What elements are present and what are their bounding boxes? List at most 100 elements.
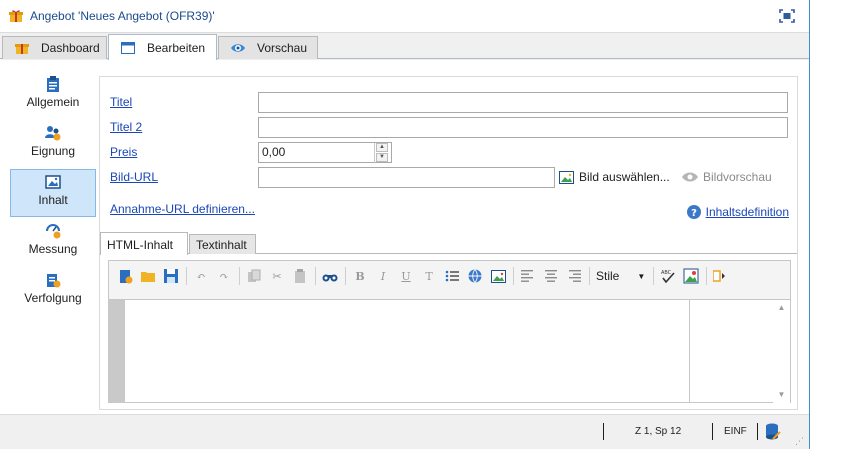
redo-icon[interactable]: ↷ (216, 268, 232, 284)
line-gutter (109, 300, 125, 403)
offer-editor-window: Angebot 'Neues Angebot (OFR39)' Dashboar… (0, 0, 810, 449)
choose-image-button[interactable]: Bild auswählen... (559, 170, 670, 184)
image-icon (559, 170, 574, 184)
sidebar-item-verfolgung[interactable]: Verfolgung (10, 268, 96, 314)
title-bar: Angebot 'Neues Angebot (OFR39)' (0, 0, 809, 33)
image-preview-button[interactable]: Bildvorschau (682, 170, 772, 184)
align-left-icon[interactable] (520, 268, 536, 284)
image-preview-label: Bildvorschau (703, 170, 772, 184)
spellcheck-icon[interactable]: ABC (660, 268, 676, 284)
content-subtabs: HTML-Inhalt Textinhalt (100, 232, 797, 255)
sidebar-item-inhalt[interactable]: Inhalt (10, 169, 96, 217)
chevron-down-icon: ▼ (637, 271, 646, 281)
toolbar-more-icon[interactable] (713, 268, 726, 284)
toolbar-separator (345, 267, 346, 285)
open-folder-icon[interactable] (140, 268, 156, 284)
align-center-icon[interactable] (543, 268, 559, 284)
find-binoculars-icon[interactable] (322, 268, 338, 284)
resize-grip-icon[interactable]: ⋰ (795, 435, 807, 447)
tab-bearbeiten[interactable]: Bearbeiten (108, 34, 217, 60)
measure-icon (46, 224, 61, 239)
accept-url-link[interactable]: Annahme-URL definieren... (110, 202, 255, 216)
sidebar: Allgemein Eignung Inhalt Messung Verfolg… (10, 70, 96, 410)
window-title: Angebot 'Neues Angebot (OFR39)' (30, 9, 215, 23)
title2-field[interactable] (258, 117, 788, 138)
price-stepper[interactable]: ▲ ▼ (374, 143, 388, 163)
title-label[interactable]: Titel (110, 95, 132, 109)
toolbar-separator (653, 267, 655, 285)
image-url-field[interactable] (258, 167, 555, 188)
tracking-icon (47, 274, 61, 288)
clipboard-icon (47, 76, 59, 92)
toolbar-separator (186, 267, 187, 285)
undo-icon[interactable]: ↶ (193, 268, 209, 284)
cut-icon[interactable]: ✂ (269, 268, 285, 284)
bullet-list-icon[interactable] (444, 268, 460, 284)
underline-icon[interactable]: U (398, 268, 414, 284)
chevron-up-icon[interactable]: ▲ (773, 300, 790, 316)
users-icon (45, 126, 61, 141)
style-select[interactable]: Stile ▼ (596, 266, 645, 286)
eye-icon (682, 172, 698, 182)
database-icon (766, 423, 781, 440)
stepper-up-icon[interactable]: ▲ (376, 143, 388, 152)
tab-label: Vorschau (257, 41, 308, 55)
sidebar-item-label: Messung (28, 242, 78, 256)
margin-rule (689, 300, 690, 403)
edit-window-icon (121, 41, 135, 54)
style-select-value: Stile (596, 269, 620, 283)
insert-mode: EINF (724, 426, 747, 437)
vertical-scrollbar[interactable]: ▲ ▼ (773, 300, 790, 403)
content-definition-link[interactable]: ? Inhaltsdefinition (686, 205, 789, 219)
svg-text:ABC: ABC (661, 270, 672, 276)
chevron-down-icon[interactable]: ▼ (773, 387, 790, 403)
tab-dashboard[interactable]: Dashboard (2, 36, 107, 59)
content-definition-label: Inhaltsdefinition (705, 205, 789, 219)
new-document-icon[interactable] (117, 268, 133, 284)
title2-label[interactable]: Titel 2 (110, 120, 142, 134)
html-editor-text-area[interactable]: ▲ ▼ (109, 299, 790, 403)
copy-icon[interactable] (246, 268, 262, 284)
toolbar-separator (706, 267, 708, 285)
help-icon: ? (686, 205, 701, 219)
image-url-label[interactable]: Bild-URL (110, 170, 158, 184)
price-value: 0,00 (262, 145, 286, 159)
bold-icon[interactable]: B (352, 268, 368, 284)
main-tabs: Dashboard Bearbeiten Vorschau (0, 34, 809, 60)
toolbar-separator (513, 267, 514, 285)
cursor-position: Z 1, Sp 12 (635, 426, 682, 437)
price-field[interactable]: 0,00 (258, 142, 392, 163)
subtab-text[interactable]: Textinhalt (189, 234, 256, 254)
maximize-icon[interactable] (779, 9, 795, 23)
tab-vorschau[interactable]: Vorschau (218, 36, 318, 59)
sidebar-item-allgemein[interactable]: Allgemein (10, 72, 96, 118)
content-panel: Titel Titel 2 Preis 0,00 ▲ ▼ Bild-URL Bi… (99, 76, 798, 410)
sidebar-item-label: Allgemein (26, 95, 80, 109)
paste-icon[interactable] (292, 268, 308, 284)
font-size-icon[interactable]: T (421, 268, 437, 284)
tab-label: Bearbeiten (147, 40, 206, 55)
editor-toolbar: ↶ ↷ ✂ B I U T Stile ▼ ABC (109, 261, 790, 291)
price-label[interactable]: Preis (110, 145, 137, 159)
insert-link-icon[interactable] (467, 268, 483, 284)
align-right-icon[interactable] (566, 268, 582, 284)
title-field[interactable] (258, 92, 788, 113)
sidebar-item-label: Eignung (30, 144, 76, 158)
toolbar-separator (315, 267, 316, 285)
status-separator (603, 423, 604, 440)
toolbar-separator (239, 267, 240, 285)
save-icon[interactable] (163, 268, 179, 284)
gift-icon (9, 10, 23, 22)
tab-label: Dashboard (41, 41, 100, 55)
image-icon (45, 175, 61, 189)
choose-image-label: Bild auswählen... (579, 170, 670, 184)
stepper-down-icon[interactable]: ▼ (376, 153, 388, 162)
italic-icon[interactable]: I (375, 268, 391, 284)
insert-image-icon[interactable] (490, 268, 506, 284)
sidebar-item-eignung[interactable]: Eignung (10, 121, 96, 167)
html-editor: ↶ ↷ ✂ B I U T Stile ▼ ABC ▲ ▼ (108, 260, 791, 403)
subtab-html[interactable]: HTML-Inhalt (100, 232, 188, 255)
sidebar-item-messung[interactable]: Messung (10, 219, 96, 265)
sidebar-item-label: Verfolgung (24, 291, 82, 305)
image-gallery-icon[interactable] (683, 268, 699, 284)
